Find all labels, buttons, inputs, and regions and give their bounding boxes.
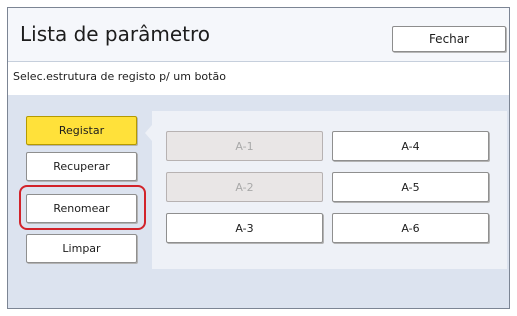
panel-pointer bbox=[145, 125, 152, 141]
slot-a3-button[interactable]: A-3 bbox=[166, 213, 323, 243]
instruction-bar: Selec.estrutura de registo p/ um botão bbox=[8, 62, 509, 95]
slot-a6-button[interactable]: A-6 bbox=[332, 213, 489, 243]
register-button[interactable]: Registar bbox=[26, 116, 137, 145]
slot-a5-button[interactable]: A-5 bbox=[332, 172, 489, 202]
instruction-text: Selec.estrutura de registo p/ um botão bbox=[13, 70, 226, 83]
slot-a4-button[interactable]: A-4 bbox=[332, 131, 489, 161]
dialog-title: Lista de parâmetro bbox=[20, 22, 211, 46]
parameter-list-dialog: Lista de parâmetro Fechar Selec.estrutur… bbox=[7, 7, 510, 309]
slot-a1-button[interactable]: A-1 bbox=[166, 131, 323, 161]
dialog-header: Lista de parâmetro Fechar bbox=[8, 8, 509, 62]
rename-highlight-ring bbox=[19, 185, 146, 230]
clear-button[interactable]: Limpar bbox=[26, 234, 137, 263]
slot-a2-button[interactable]: A-2 bbox=[166, 172, 323, 202]
close-button[interactable]: Fechar bbox=[392, 26, 506, 52]
recall-button[interactable]: Recuperar bbox=[26, 152, 137, 181]
